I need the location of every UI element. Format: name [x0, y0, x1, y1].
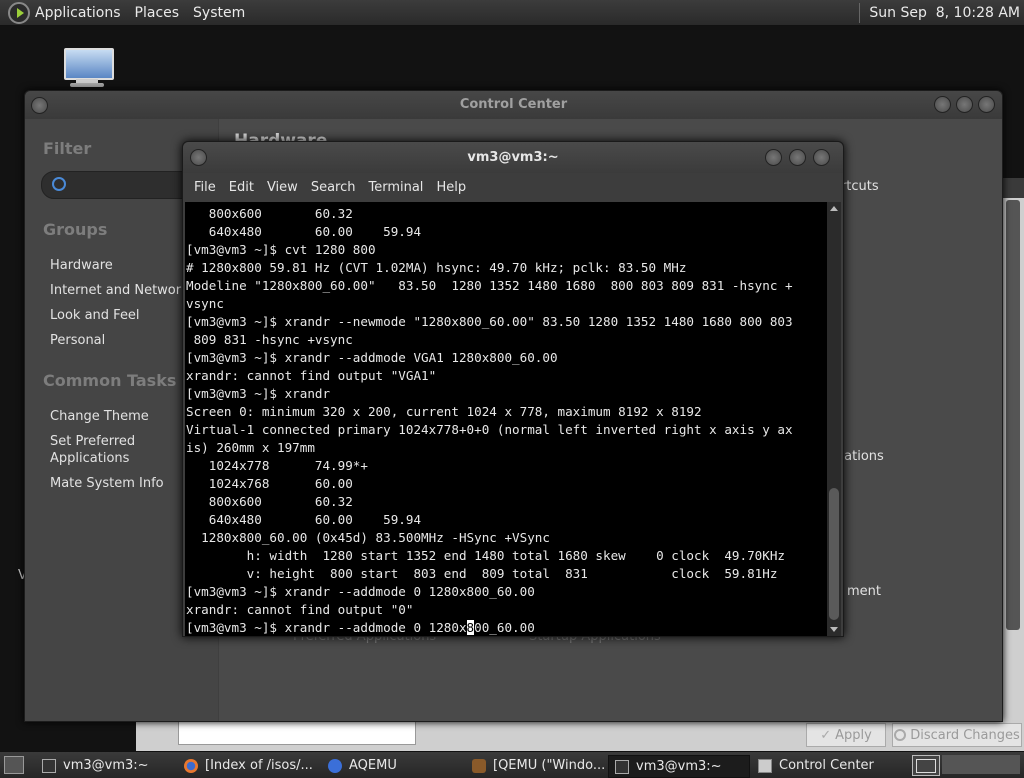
minimize-icon[interactable]: [934, 96, 951, 113]
scroll-up-icon[interactable]: [830, 206, 838, 211]
task-label: vm3@vm3:~: [636, 759, 722, 774]
terminal-cursor: 8: [466, 620, 475, 635]
clock-text: Sun Sep 8, 10:28 AM: [869, 5, 1020, 21]
terminal-line: 800x600 60.32: [208, 494, 353, 509]
task-label: [Index of /isos/...: [205, 758, 313, 773]
task-label: Control Center: [779, 758, 874, 773]
item-applications[interactable]: cations: [837, 449, 884, 464]
filter-heading: Filter: [43, 139, 92, 158]
terminal-maximize-icon[interactable]: [789, 149, 806, 166]
terminal-line: 1280x800_60.00 (0x45d) 83.500MHz -HSync …: [201, 530, 550, 545]
terminal-icon: [42, 758, 56, 773]
menu-system[interactable]: System: [193, 5, 245, 21]
firefox-icon: [184, 758, 198, 773]
terminal-line: is) 260mm x 197mm: [186, 440, 315, 455]
terminal-line: 1024x778 74.99*+: [208, 458, 368, 473]
task-set-preferred-applications[interactable]: Set Preferred Applications: [50, 433, 160, 467]
task-control-center[interactable]: Control Center: [752, 755, 890, 776]
window-menu-icon[interactable]: [31, 97, 48, 114]
task-label: [QEMU ("Windo...: [493, 758, 606, 773]
aqemu-icon: [328, 758, 342, 773]
apply-button[interactable]: ✓ Apply: [806, 723, 886, 747]
terminal-current-line: [vm3@vm3 ~]$ xrandr --addmode 0 1280x800…: [186, 620, 535, 635]
terminal-line: [vm3@vm3 ~]$ xrandr --addmode 0 1280x800…: [186, 584, 535, 599]
terminal-line: h: width 1280 start 1352 end 1480 total …: [246, 548, 785, 563]
terminal-line: [vm3@vm3 ~]$ cvt 1280 800: [186, 242, 376, 257]
close-icon[interactable]: [978, 96, 995, 113]
terminal-line: 800x600 60.32: [208, 206, 353, 221]
control-center-icon: [758, 758, 772, 773]
task-terminal-1[interactable]: vm3@vm3:~: [36, 755, 174, 776]
task-firefox[interactable]: [Index of /isos/...: [178, 755, 320, 776]
terminal-line: Screen 0: minimum 320 x 200, current 102…: [186, 404, 702, 419]
terminal-line: v: height 800 start 803 end 809 total 83…: [246, 566, 778, 581]
scroll-down-icon[interactable]: [830, 627, 838, 632]
terminal-line: [vm3@vm3 ~]$ xrandr: [186, 386, 331, 401]
workspace-area[interactable]: [942, 755, 1020, 774]
terminal-icon: [615, 759, 629, 774]
terminal-line: 809 831 -hsync +vsync: [193, 332, 353, 347]
terminal-output[interactable]: 800x600 60.32 640x480 60.00 59.94 [vm3@v…: [185, 202, 827, 636]
menu-applications[interactable]: Applications: [35, 5, 121, 21]
groups-heading: Groups: [43, 220, 108, 239]
terminal-minimize-icon[interactable]: [765, 149, 782, 166]
item-management[interactable]: ment: [847, 584, 881, 599]
discard-label: Discard Changes: [910, 727, 1020, 743]
workspace-switcher[interactable]: [912, 755, 940, 776]
task-label: AQEMU: [349, 758, 397, 773]
clock[interactable]: Sun Sep 8, 10:28 AM: [859, 3, 1020, 23]
maximize-icon[interactable]: [956, 96, 973, 113]
terminal-line: 640x480 60.00 59.94: [208, 512, 422, 527]
search-icon: [52, 177, 66, 191]
menu-places[interactable]: Places: [135, 5, 180, 21]
terminal-titlebar[interactable]: vm3@vm3:~: [183, 142, 843, 173]
terminal-line: xrandr: cannot find output "VGA1": [186, 368, 437, 383]
bottom-taskbar: vm3@vm3:~ [Index of /isos/... AQEMU [QEM…: [0, 751, 1024, 778]
terminal-close-icon[interactable]: [813, 149, 830, 166]
menu-help[interactable]: Help: [436, 180, 466, 195]
menu-search[interactable]: Search: [311, 180, 356, 195]
terminal-line: # 1280x800 59.81 Hz (CVT 1.02MA) hsync: …: [186, 260, 687, 275]
terminal-line: 1024x768 60.00: [208, 476, 353, 491]
terminal-line: [vm3@vm3 ~]$ xrandr --addmode VGA1 1280x…: [186, 350, 558, 365]
terminal-scrollbar[interactable]: [827, 202, 841, 636]
top-panel: Applications Places System Sun Sep 8, 10…: [0, 0, 1024, 26]
discard-changes-button[interactable]: Discard Changes: [892, 723, 1022, 747]
task-terminal-2[interactable]: vm3@vm3:~: [608, 755, 750, 778]
terminal-menubar: File Edit View Search Terminal Help: [183, 173, 843, 201]
common-tasks-heading: Common Tasks: [43, 371, 177, 390]
terminal-window-menu-icon[interactable]: [190, 149, 207, 166]
qemu-icon: [472, 758, 486, 773]
show-desktop-icon[interactable]: [4, 756, 24, 774]
terminal-title: vm3@vm3:~: [467, 150, 559, 165]
terminal-line: 640x480 60.00 59.94: [208, 224, 422, 239]
terminal-line: vsync: [186, 296, 224, 311]
mate-logo-icon[interactable]: [8, 1, 30, 24]
terminal-line: Modeline "1280x800_60.00" 83.50 1280 135…: [186, 278, 793, 293]
check-icon: ✓: [820, 727, 832, 743]
task-aqemu[interactable]: AQEMU: [322, 755, 462, 776]
terminal-line: [vm3@vm3 ~]$ xrandr --newmode "1280x800_…: [186, 314, 793, 329]
discard-icon: [894, 729, 907, 741]
menu-file[interactable]: File: [194, 180, 216, 195]
menu-terminal[interactable]: Terminal: [368, 180, 423, 195]
terminal-window: vm3@vm3:~ File Edit View Search Terminal…: [182, 141, 844, 637]
window-title: Control Center: [459, 97, 568, 112]
scrollbar-thumb[interactable]: [829, 488, 839, 620]
task-label: vm3@vm3:~: [63, 758, 149, 773]
background-window-field[interactable]: [178, 718, 416, 745]
terminal-line: xrandr: cannot find output "0": [186, 602, 414, 617]
control-center-titlebar[interactable]: Control Center: [25, 91, 1002, 119]
menu-edit[interactable]: Edit: [229, 180, 254, 195]
background-window-scrollbar[interactable]: [1006, 200, 1020, 630]
menu-view[interactable]: View: [267, 180, 298, 195]
task-qemu[interactable]: [QEMU ("Windo...: [466, 755, 606, 776]
apply-label: Apply: [835, 727, 872, 743]
terminal-line: Virtual-1 connected primary 1024x778+0+0…: [186, 422, 793, 437]
computer-icon[interactable]: [62, 46, 114, 88]
